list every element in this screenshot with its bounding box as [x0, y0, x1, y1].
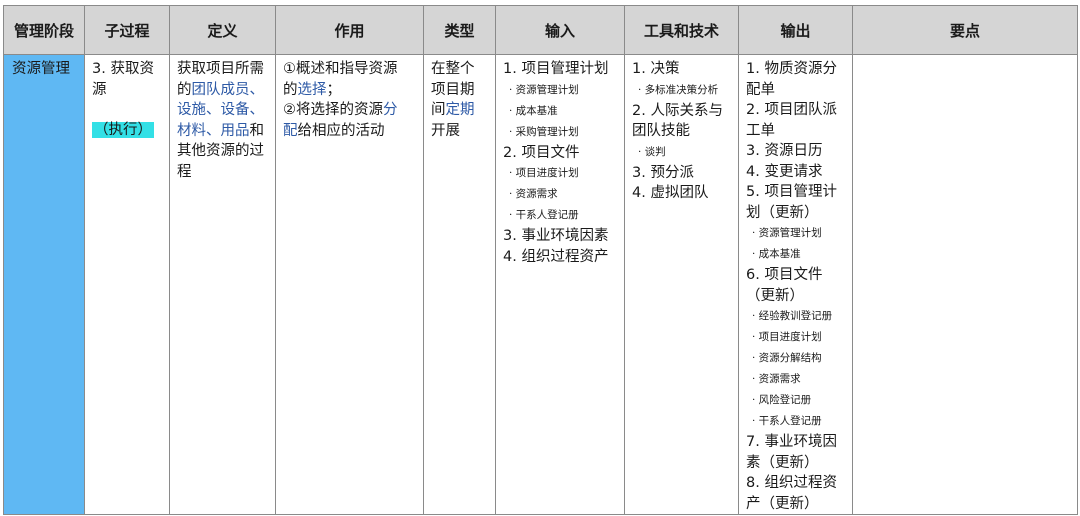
input-subitem: · 资源需求	[509, 188, 558, 200]
input-subitem: · 成本基准	[509, 104, 558, 117]
output-subitem: · 资源分解结构	[752, 352, 822, 364]
output-subitem: · 项目进度计划	[752, 331, 822, 343]
cell-stage: 资源管理	[3, 54, 85, 515]
input-subitem: · 干系人登记册	[509, 209, 579, 221]
definition-line: 程	[177, 163, 192, 180]
cell-tools: 1. 决策 · 多标准决策分析 2. 人际关系与 团队技能 · 谈判 3. 预分…	[624, 54, 739, 515]
purpose-keyword: 分	[383, 102, 398, 118]
output-item: 配单	[746, 81, 775, 98]
output-item: 6. 项目文件	[746, 267, 823, 283]
tool-subitem: · 谈判	[638, 145, 666, 158]
output-item: 素（更新）	[746, 454, 819, 471]
table-row: 资源管理 3. 获取资 源 （执行） 获取项目所需 的团队成员、 设施、设备、 …	[3, 54, 1078, 515]
header-purpose: 作用	[275, 5, 424, 55]
output-item: 1. 物质资源分	[746, 61, 837, 77]
type-keyword: 定期	[445, 102, 475, 118]
definition-text: 和	[249, 122, 265, 139]
cell-definition: 获取项目所需 的团队成员、 设施、设备、 材料、用品和 其他资源的过 程	[169, 54, 276, 515]
tool-item: 2. 人际关系与	[632, 102, 723, 119]
input-item: 2. 项目文件	[503, 144, 580, 161]
cell-notes	[852, 54, 1078, 515]
output-item: 产（更新）	[746, 495, 819, 512]
cell-purpose: ①概述和指导资源 的选择； ②将选择的资源分 配给相应的活动	[275, 54, 424, 515]
input-subitem: · 项目进度计划	[509, 167, 579, 179]
tool-item: 4. 虚拟团队	[632, 185, 709, 201]
definition-line: 其他资源的过	[177, 143, 264, 159]
type-text: 间	[431, 102, 446, 118]
output-item: （更新）	[746, 287, 804, 304]
output-subitem: · 经验教训登记册	[752, 310, 833, 322]
resource-management-table: 管理阶段 子过程 定义 作用 类型 输入 工具和技术 输出 要点 资源管理 3.…	[3, 5, 1078, 515]
purpose-line: ①概述和指导资源	[283, 61, 398, 77]
output-item: 2. 项目团队派	[746, 102, 837, 118]
purpose-text: ；	[326, 81, 342, 98]
header-tools: 工具和技术	[624, 5, 739, 55]
type-line: 项目期	[431, 81, 475, 98]
type-line: 开展	[431, 122, 460, 139]
definition-line: 获取项目所需	[177, 61, 264, 77]
header-outputs: 输出	[738, 5, 853, 55]
type-line: 在整个	[431, 61, 475, 77]
output-subitem: · 风险登记册	[752, 394, 812, 406]
input-subitem: · 资源管理计划	[509, 83, 579, 96]
stage-label: 资源管理	[12, 61, 70, 77]
header-row: 管理阶段 子过程 定义 作用 类型 输入 工具和技术 输出 要点	[3, 5, 1078, 55]
definition-keyword: 团队成员、	[191, 81, 265, 98]
header-definition: 定义	[169, 5, 276, 55]
definition-keyword: 材料、用品	[177, 122, 250, 139]
output-item: 工单	[746, 122, 775, 139]
tool-item: 团队技能	[632, 123, 690, 139]
header-stage: 管理阶段	[3, 5, 85, 55]
process-group-tag: （执行）	[92, 122, 154, 138]
input-item: 3. 事业环境因素	[503, 228, 609, 244]
header-type: 类型	[423, 5, 496, 55]
input-item: 4. 组织过程资产	[503, 248, 609, 265]
output-item: 7. 事业环境因	[746, 434, 837, 450]
cell-inputs: 1. 项目管理计划 · 资源管理计划 · 成本基准 · 采购管理计划 2. 项目…	[495, 54, 625, 515]
subprocess-line1: 3. 获取资	[92, 61, 154, 77]
output-item: 3. 资源日历	[746, 143, 823, 159]
output-item: 划（更新）	[746, 204, 819, 221]
header-subprocess: 子过程	[84, 5, 170, 55]
output-item: 4. 变更请求	[746, 163, 823, 180]
tool-item: 1. 决策	[632, 61, 680, 77]
tool-item: 3. 预分派	[632, 164, 694, 181]
cell-outputs: 1. 物质资源分 配单 2. 项目团队派 工单 3. 资源日历 4. 变更请求 …	[738, 54, 853, 515]
purpose-text: 的	[283, 81, 298, 98]
tool-subitem: · 多标准决策分析	[638, 83, 719, 96]
output-subitem: · 成本基准	[752, 248, 801, 260]
cell-subprocess: 3. 获取资 源 （执行）	[84, 54, 170, 515]
header-notes: 要点	[852, 5, 1078, 55]
output-item: 5. 项目管理计	[746, 184, 837, 200]
purpose-text: 给相应的活动	[297, 122, 385, 139]
input-subitem: · 采购管理计划	[509, 125, 579, 138]
output-subitem: · 资源需求	[752, 373, 801, 385]
output-subitem: · 干系人登记册	[752, 415, 822, 427]
header-inputs: 输入	[495, 5, 625, 55]
purpose-keyword: 选择	[297, 81, 327, 98]
subprocess-line2: 源	[92, 81, 107, 98]
input-item: 1. 项目管理计划	[503, 61, 609, 77]
output-item: 8. 组织过程资	[746, 475, 837, 491]
output-subitem: · 资源管理计划	[752, 227, 822, 239]
purpose-text: ②将选择的资源	[283, 102, 383, 118]
definition-text: 的	[177, 81, 192, 98]
purpose-keyword: 配	[283, 122, 298, 139]
definition-keyword: 设施、设备、	[177, 102, 264, 118]
cell-type: 在整个 项目期 间定期 开展	[423, 54, 496, 515]
